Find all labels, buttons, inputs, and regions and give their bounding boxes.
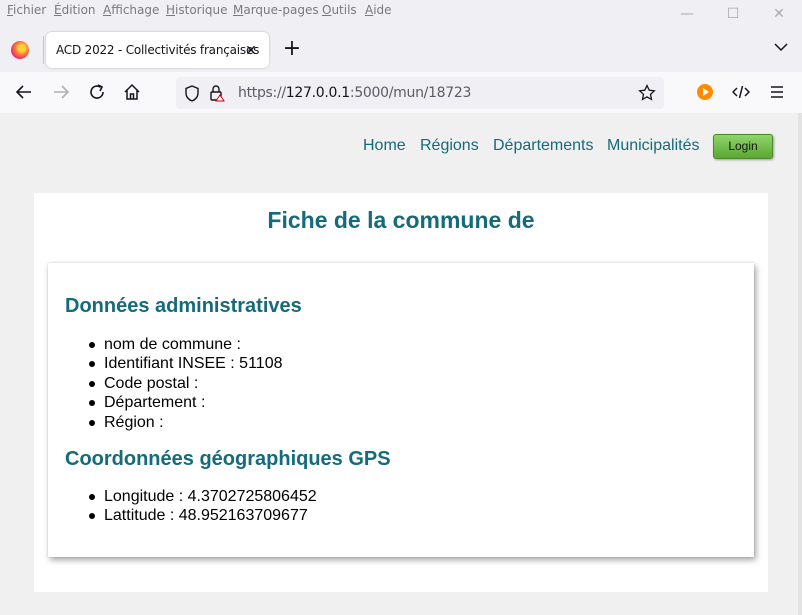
nav-regions-link[interactable]: Régions (420, 137, 479, 155)
menu-outils[interactable]: Outils (322, 3, 357, 17)
longitude-item: Longitude : 4.3702725806452 (89, 488, 317, 505)
login-button[interactable]: Login (713, 134, 773, 159)
minimize-button[interactable]: — (664, 0, 710, 28)
latitude-item: Lattitude : 48.952163709677 (89, 506, 317, 525)
active-tab[interactable]: ACD 2022 - Collectivités françaises ✕ (46, 32, 269, 68)
page-content: Home Régions Départements Municipalités … (0, 113, 802, 615)
nav-home-link[interactable]: Home (363, 137, 406, 155)
devtools-icon[interactable] (729, 80, 753, 104)
maximize-button[interactable]: ☐ (710, 0, 756, 28)
new-tab-button[interactable]: + (280, 38, 304, 62)
reload-icon[interactable] (85, 80, 109, 104)
page-title: Fiche de la commune de (267, 207, 535, 233)
close-window-button[interactable]: ✕ (756, 0, 802, 28)
navigation-toolbar: https://127.0.0.1:5000/mun/18723 (0, 72, 802, 114)
admin-info-list: nom de commune : Identifiant INSEE : 511… (88, 335, 283, 432)
home-icon[interactable] (120, 80, 144, 104)
departement-item: Département : (88, 393, 282, 412)
commune-name-item: nom de commune : (88, 335, 282, 354)
commune-card: Données administratives nom de commune :… (48, 263, 754, 557)
menu-fichier[interactable]: Fichier (7, 3, 46, 17)
menu-affichage[interactable]: Affichage (103, 3, 159, 17)
url-host: 127.0.0.1 (285, 85, 350, 101)
hamburger-menu-icon[interactable] (765, 80, 789, 104)
url-path: :5000/mun/18723 (349, 85, 472, 101)
chevron-down-icon[interactable] (774, 40, 788, 59)
scrollbar[interactable] (798, 113, 802, 615)
lock-icon[interactable] (209, 84, 225, 107)
menu-edition[interactable]: Édition (54, 3, 96, 17)
shield-icon[interactable] (184, 85, 200, 107)
menu-aide[interactable]: Aide (365, 3, 392, 17)
star-icon[interactable] (638, 83, 656, 107)
url-text[interactable]: https://127.0.0.1:5000/mun/18723 (238, 85, 471, 101)
back-icon[interactable] (12, 80, 36, 104)
gps-section-title: Coordonnées géographiques GPS (65, 448, 391, 470)
menu-bar: Fichier Édition Affichage Historique Mar… (0, 0, 802, 24)
menu-marque-pages[interactable]: Marque-pages (233, 3, 319, 17)
main-panel: Fiche de la commune de Données administr… (34, 193, 768, 592)
nav-municipalites-link[interactable]: Municipalités (607, 137, 699, 155)
media-icon[interactable] (693, 80, 717, 104)
menu-historique[interactable]: Historique (166, 3, 228, 17)
forward-icon[interactable] (49, 80, 73, 104)
insee-id-item: Identifiant INSEE : 51108 (88, 355, 283, 373)
url-scheme: https:// (238, 85, 286, 101)
postal-code-item: Code postal : (88, 374, 282, 393)
firefox-icon[interactable] (11, 41, 29, 59)
tab-close-icon[interactable]: ✕ (241, 40, 261, 60)
gps-info-list: Longitude : 4.3702725806452 Lattitude : … (89, 487, 317, 526)
nav-departements-link[interactable]: Départements (493, 137, 594, 155)
tab-title: ACD 2022 - Collectivités françaises (56, 43, 260, 57)
url-bar[interactable]: https://127.0.0.1:5000/mun/18723 (176, 77, 664, 109)
admin-section-title: Données administratives (65, 295, 302, 317)
region-item: Région : (88, 413, 282, 432)
tab-separator (43, 36, 44, 64)
tab-strip: ACD 2022 - Collectivités françaises ✕ + (0, 28, 802, 72)
